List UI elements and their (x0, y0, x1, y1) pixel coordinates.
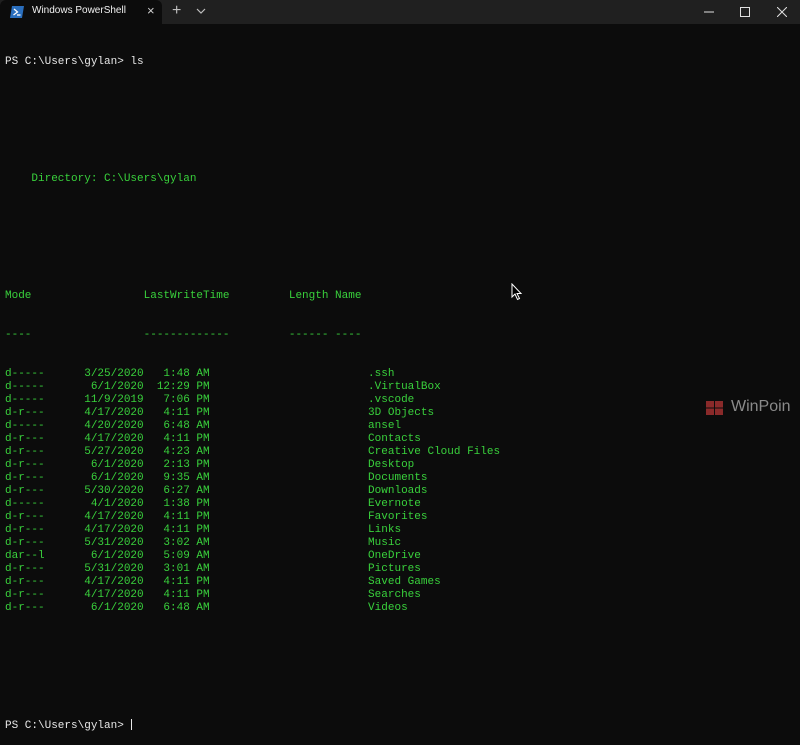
list-item: d-r--- 4/17/2020 4:11 PM Contacts (5, 433, 421, 445)
close-button[interactable] (764, 0, 800, 24)
list-item: d-r--- 4/17/2020 4:11 PM Searches (5, 589, 421, 601)
list-item: d-r--- 6/1/2020 6:48 AM Videos (5, 602, 408, 614)
winpoin-logo (706, 401, 723, 415)
minimize-button[interactable] (691, 0, 727, 24)
tab-title: Windows PowerShell (32, 5, 126, 16)
mouse-pointer-icon (511, 283, 523, 301)
list-item: d-r--- 6/1/2020 9:35 AM Documents (5, 472, 428, 484)
list-item: d-r--- 4/17/2020 4:11 PM Favorites (5, 511, 428, 523)
list-item: d-r--- 5/27/2020 4:23 AM Creative Cloud … (5, 446, 501, 458)
maximize-button[interactable] (727, 0, 763, 24)
current-prompt-line[interactable]: PS C:\Users\gylan> (5, 719, 800, 732)
prompt-text: PS C:\Users\gylan> (5, 720, 131, 732)
list-item: d-r--- 6/1/2020 2:13 PM Desktop (5, 459, 415, 471)
close-icon (777, 7, 787, 17)
text-cursor (131, 719, 133, 730)
tab-windows-powershell[interactable]: Windows PowerShell × (0, 0, 162, 24)
directory-listing: d----- 3/25/2020 1:48 AM .ssh d----- 6/1/… (5, 368, 800, 615)
list-item: d-r--- 4/17/2020 4:11 PM Links (5, 524, 402, 536)
title-bar: Windows PowerShell × + (0, 0, 800, 24)
table-header: Mode LastWriteTime Length Name (5, 290, 362, 302)
maximize-icon (740, 7, 750, 17)
list-item: d-r--- 4/17/2020 4:11 PM 3D Objects (5, 407, 435, 419)
list-item: dar--l 6/1/2020 5:09 AM OneDrive (5, 550, 421, 562)
new-tab-icon[interactable]: + (172, 2, 181, 20)
prompt-command-line: PS C:\Users\gylan> ls (5, 56, 144, 68)
list-item: d-r--- 5/31/2020 3:02 AM Music (5, 537, 402, 549)
list-item: d-r--- 5/31/2020 3:01 AM Pictures (5, 563, 421, 575)
list-item: d----- 6/1/2020 12:29 PM .VirtualBox (5, 381, 441, 393)
list-item: d-r--- 4/17/2020 4:11 PM Saved Games (5, 576, 441, 588)
watermark-text: WinPoin (731, 398, 791, 415)
list-item: d----- 11/9/2019 7:06 PM .vscode (5, 394, 415, 406)
list-item: d----- 4/1/2020 1:38 PM Evernote (5, 498, 421, 510)
directory-line: Directory: C:\Users\gylan (5, 173, 197, 185)
terminal-output[interactable]: PS C:\Users\gylan> ls Directory: C:\User… (5, 30, 800, 745)
list-item: d-r--- 5/30/2020 6:27 AM Downloads (5, 485, 428, 497)
list-item: d----- 4/20/2020 6:48 AM ansel (5, 420, 402, 432)
minimize-icon (704, 11, 714, 13)
list-item: d----- 3/25/2020 1:48 AM .ssh (5, 368, 395, 380)
tab-close-icon[interactable]: × (147, 3, 155, 19)
table-separator: ---- ------------- ------ ---- (5, 329, 362, 341)
chevron-down-icon[interactable] (194, 4, 208, 18)
powershell-icon (10, 6, 24, 18)
